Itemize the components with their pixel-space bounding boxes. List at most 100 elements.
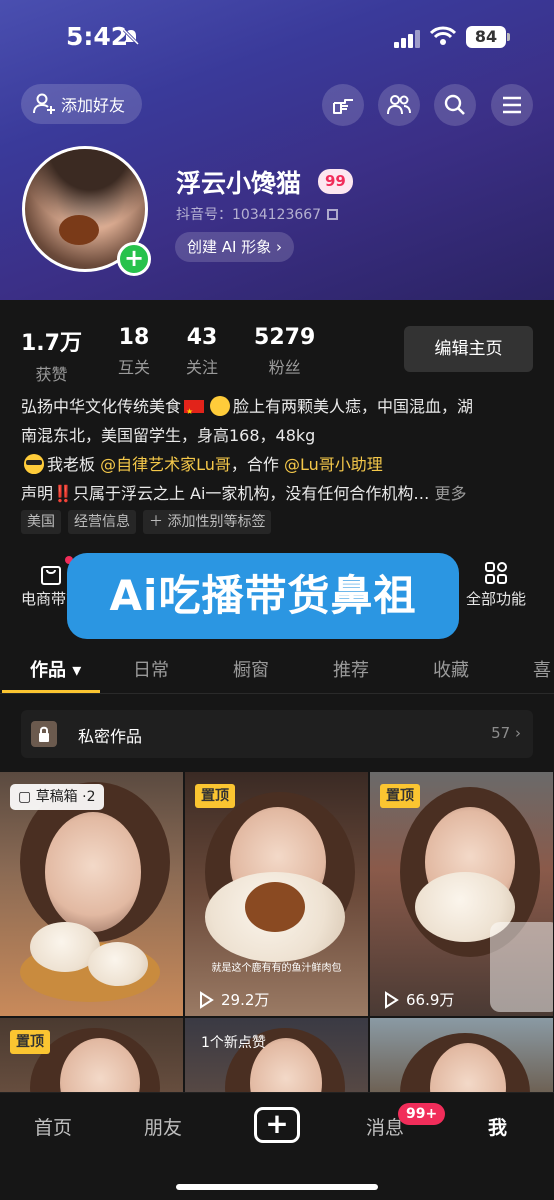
add-friend-button[interactable]: 添加好友: [21, 84, 142, 124]
draft-label: 草稿箱 ·2: [35, 789, 96, 805]
stat-value: 43: [186, 325, 218, 350]
tab-showcase[interactable]: 橱窗: [233, 656, 269, 682]
friends-button[interactable]: [378, 84, 420, 126]
stat-followers[interactable]: 5279 粉丝: [254, 325, 315, 385]
status-time: 5:42: [66, 22, 129, 51]
tag-location[interactable]: 美国: [21, 510, 61, 534]
video-thumbnail[interactable]: ▢ 草稿箱 ·2: [0, 772, 183, 1016]
video-thumbnail[interactable]: [370, 1018, 553, 1102]
shortcut-label: 全部功能: [466, 590, 527, 608]
pinned-badge: 置顶: [10, 1030, 50, 1054]
video-grid: ▢ 草稿箱 ·2 置顶 就是这个鹿有有的鱼汁鲜肉包 29.2万 置顶 66.9万…: [0, 772, 554, 1102]
stat-value: 1.7万: [21, 331, 82, 356]
grid-apps-icon: [485, 562, 507, 584]
edit-profile-button[interactable]: 编辑主页: [404, 326, 533, 372]
bio-more-link[interactable]: 更多: [435, 484, 467, 503]
bio-text: 脸上有两颗美人痣，中国混血，湖: [233, 397, 474, 416]
nav-home[interactable]: 首页: [34, 1113, 72, 1140]
tag-business-info[interactable]: 经营信息: [68, 510, 136, 534]
bio-text: ，合作: [230, 455, 284, 474]
play-icon: [385, 990, 399, 1009]
stat-value: 18: [118, 325, 150, 350]
search-icon: [444, 94, 465, 115]
home-indicator: [176, 1184, 378, 1190]
double-exclamation-icon: ‼️: [53, 484, 73, 503]
add-story-button[interactable]: +: [117, 242, 151, 276]
message-count-badge: 99+: [398, 1103, 446, 1125]
status-bar: 5:42 84: [0, 0, 554, 74]
stat-likes[interactable]: 1.7万 获赞: [21, 325, 82, 385]
new-likes-label: 1个新点赞: [201, 1035, 266, 1051]
tag-add-labels[interactable]: ＋ 添加性别等标签: [143, 510, 272, 534]
create-ai-avatar-button[interactable]: 创建 AI 形象 ›: [175, 232, 294, 262]
profile-name: 浮云小馋猫: [176, 169, 302, 198]
stats-row: 1.7万 获赞 18 互关 43 关注 5279 粉丝: [21, 325, 351, 385]
cellular-signal-icon: [394, 30, 422, 48]
video-thumbnail[interactable]: 置顶: [0, 1018, 183, 1102]
stat-value: 5279: [254, 325, 316, 350]
stat-label: 粉丝: [268, 358, 301, 377]
video-thumbnail[interactable]: 置顶 就是这个鹿有有的鱼汁鲜肉包 29.2万: [185, 772, 368, 1016]
mention-link[interactable]: @自律艺术家Lu哥: [100, 455, 231, 474]
bio-text: 我老板: [47, 455, 101, 474]
bio-text: 只属于浮云之上 Ai一家机构，没有任何合作机构…: [72, 484, 430, 503]
profile-bio: 弘扬中华文化传统美食 脸上有两颗美人痣，中国混血，湖 南混东北，美国留学生，身高1…: [21, 392, 533, 508]
qr-code-icon: [327, 209, 339, 220]
stat-label: 互关: [117, 358, 150, 377]
active-tab-indicator: [2, 690, 100, 693]
tab-recommend[interactable]: 推荐: [333, 656, 369, 682]
bio-text: 声明: [21, 484, 54, 503]
private-works-count: 57 ›: [491, 724, 521, 742]
hamburger-menu-icon: [503, 96, 521, 114]
search-button[interactable]: [434, 84, 476, 126]
promo-banner-overlay: Ai吃播带货鼻祖: [67, 553, 459, 639]
bio-text: 南混东北，美国留学生，身高168，48kg: [21, 426, 316, 445]
video-thumbnail[interactable]: 1个新点赞: [185, 1018, 368, 1102]
douyin-id[interactable]: 抖音号：1034123667: [176, 204, 339, 224]
pointing-hand-icon: [333, 99, 353, 114]
add-user-icon: [33, 93, 55, 114]
shortcut-all-features[interactable]: 全部功能: [466, 558, 526, 609]
play-count-value: 29.2万: [221, 991, 270, 1009]
play-icon: [200, 990, 214, 1009]
mention-link[interactable]: @Lu哥小助理: [284, 455, 383, 474]
pinned-badge: 置顶: [195, 784, 235, 808]
video-subtitle: 就是这个鹿有有的鱼汁鲜肉包: [211, 963, 342, 974]
tab-works[interactable]: 作品 ▾: [30, 656, 81, 682]
bio-text: 弘扬中华文化传统美食: [21, 397, 182, 416]
tab-daily[interactable]: 日常: [133, 656, 169, 682]
pinned-badge: 置顶: [380, 784, 420, 808]
wifi-icon: [430, 26, 456, 45]
draft-box-badge[interactable]: ▢ 草稿箱 ·2: [10, 784, 104, 810]
douyin-id-value: 1034123667: [232, 207, 322, 223]
nav-friends[interactable]: 朋友: [144, 1113, 182, 1140]
avatar-food-shape: [59, 215, 99, 245]
profile-tags: 美国 经营信息 ＋ 添加性别等标签: [21, 510, 278, 534]
mute-bell-icon: [122, 28, 140, 46]
private-works-row[interactable]: 私密作品 57 ›: [21, 710, 533, 758]
battery-indicator: 84: [466, 26, 510, 48]
stat-following[interactable]: 43 关注: [186, 325, 218, 385]
douyin-id-label: 抖音号：: [176, 207, 232, 223]
video-thumbnail[interactable]: 置顶 66.9万: [370, 772, 553, 1016]
create-post-button[interactable]: +: [254, 1107, 300, 1143]
people-icon: [387, 95, 411, 115]
private-works-label: 私密作品: [78, 727, 143, 746]
tab-favorites[interactable]: 收藏: [433, 656, 469, 682]
stat-mutual[interactable]: 18 互关: [118, 325, 150, 385]
tab-liked[interactable]: 喜: [533, 656, 551, 682]
stat-label: 关注: [186, 358, 219, 377]
level-badge[interactable]: 99: [318, 169, 353, 194]
add-friend-label: 添加好友: [61, 96, 126, 115]
menu-button[interactable]: [491, 84, 533, 126]
shopping-bag-icon: [41, 566, 61, 585]
china-flag-icon: [184, 397, 205, 426]
smile-emoji-icon: [210, 396, 231, 416]
stat-label: 获赞: [35, 365, 68, 384]
play-count: 29.2万: [197, 989, 269, 1010]
play-count-value: 66.9万: [406, 991, 455, 1009]
nav-me[interactable]: 我: [488, 1113, 507, 1140]
sunglasses-emoji-icon: [24, 454, 44, 474]
hand-gesture-button[interactable]: [322, 84, 364, 126]
play-count: 66.9万: [382, 989, 454, 1010]
